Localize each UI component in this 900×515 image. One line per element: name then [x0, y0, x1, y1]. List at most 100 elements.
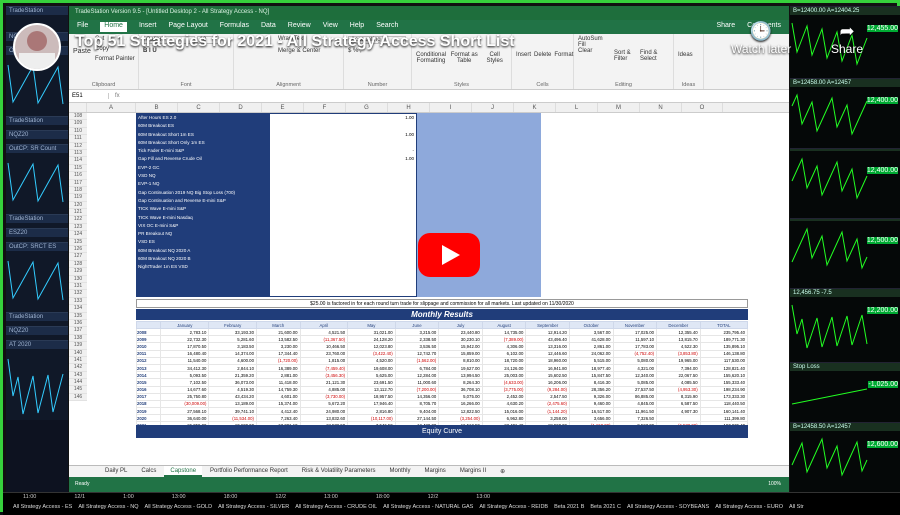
name-box[interactable]: E51: [69, 93, 109, 99]
left-chart-panel[interactable]: TradeStation: [6, 214, 68, 228]
taskbar-window-tab[interactable]: All Strategy Access - CRUDE OIL: [295, 504, 377, 510]
video-title[interactable]: Top 51 Strategies for 2021 - All Strateg…: [75, 33, 515, 51]
taskbar-window-tab[interactable]: All Strategy Access - ES: [13, 504, 72, 510]
row-number[interactable]: 127: [69, 253, 87, 261]
row-number[interactable]: 128: [69, 261, 87, 269]
taskbar-window-tab[interactable]: All Strategy Access - NATURAL GAS: [383, 504, 473, 510]
column-header[interactable]: K: [514, 103, 556, 112]
row-number[interactable]: 125: [69, 239, 87, 247]
sheet-tab[interactable]: Capstone: [164, 466, 203, 477]
taskbar-window-tab[interactable]: All Str: [789, 504, 804, 510]
row-number[interactable]: 133: [69, 298, 87, 306]
row-number[interactable]: 135: [69, 313, 87, 320]
ribbon-tab[interactable]: Insert: [139, 22, 157, 32]
taskbar-window-tab[interactable]: All Strategy Access - REIDB: [479, 504, 548, 510]
share-button[interactable]: ➦ Share: [831, 21, 863, 56]
row-number[interactable]: 121: [69, 209, 87, 217]
corner-cell[interactable]: [69, 103, 87, 112]
row-number[interactable]: 138: [69, 335, 87, 343]
ribbon-tab[interactable]: View: [323, 22, 338, 32]
sheet-tab[interactable]: Margins: [418, 466, 451, 477]
column-header[interactable]: O: [682, 103, 723, 112]
column-header[interactable]: E: [262, 103, 304, 112]
column-header[interactable]: A: [87, 103, 136, 112]
watch-later-button[interactable]: 🕒 Watch later: [731, 21, 791, 56]
column-header[interactable]: B: [136, 103, 178, 112]
row-number[interactable]: 108: [69, 113, 87, 121]
row-number[interactable]: 120: [69, 202, 87, 210]
ribbon-tab[interactable]: Home: [100, 22, 127, 32]
row-number[interactable]: 115: [69, 165, 87, 173]
left-chart-panel[interactable]: OutCP: SRCT ES: [6, 242, 68, 312]
row-number[interactable]: 112: [69, 143, 87, 150]
row-number[interactable]: 123: [69, 224, 87, 232]
column-header[interactable]: L: [556, 103, 598, 112]
row-number[interactable]: 122: [69, 216, 87, 224]
row-number[interactable]: 129: [69, 268, 87, 276]
find-select-button[interactable]: Find & Select: [640, 50, 668, 62]
row-number[interactable]: 110: [69, 128, 87, 136]
row-number[interactable]: 117: [69, 180, 87, 187]
row-number[interactable]: 126: [69, 246, 87, 254]
row-number[interactable]: 116: [69, 172, 87, 180]
row-number[interactable]: 134: [69, 305, 87, 313]
row-number[interactable]: 136: [69, 320, 87, 328]
column-header[interactable]: H: [388, 103, 430, 112]
row-number[interactable]: 130: [69, 276, 87, 283]
left-chart-panel[interactable]: TradeStation: [6, 312, 68, 326]
row-number[interactable]: 109: [69, 120, 87, 128]
sheet-tab[interactable]: Portfolio Performance Report: [204, 466, 294, 477]
row-number[interactable]: 124: [69, 231, 87, 239]
row-number[interactable]: 145: [69, 386, 87, 394]
row-number[interactable]: 140: [69, 350, 87, 357]
column-header[interactable]: N: [640, 103, 682, 112]
sheet-tab[interactable]: Daily PL: [99, 466, 133, 477]
row-number[interactable]: 132: [69, 290, 87, 298]
taskbar-window-tab[interactable]: Beta 2021 C: [590, 504, 621, 510]
ribbon-tab[interactable]: Search: [376, 22, 398, 32]
ribbon-tab[interactable]: Review: [288, 22, 311, 32]
ribbon-tab[interactable]: File: [77, 22, 88, 32]
column-header[interactable]: F: [304, 103, 346, 112]
right-chart-panel[interactable]: 12,456.75 -7.5 12,200.00: [790, 288, 900, 362]
row-number[interactable]: 114: [69, 157, 87, 165]
taskbar-window-tab[interactable]: All Strategy Access - EURO: [715, 504, 783, 510]
left-chart-panel[interactable]: TradeStation: [6, 116, 68, 130]
row-number[interactable]: 144: [69, 379, 87, 387]
row-number[interactable]: 137: [69, 327, 87, 335]
sheet-tab[interactable]: Risk & Volatility Parameters: [296, 466, 382, 477]
taskbar-window-tab[interactable]: All Strategy Access - SOYBEANS: [627, 504, 709, 510]
add-sheet-button[interactable]: ⊕: [494, 466, 511, 477]
row-number[interactable]: 111: [69, 135, 87, 143]
taskbar-window-tab[interactable]: All Strategy Access - GOLD: [145, 504, 213, 510]
sort-filter-button[interactable]: Sort & Filter: [614, 50, 638, 62]
left-chart-panel[interactable]: ESZ20: [6, 228, 68, 242]
right-chart-panel[interactable]: B=12458.50 A=12457 12,600.00: [790, 422, 900, 492]
column-header[interactable]: M: [598, 103, 640, 112]
row-number[interactable]: 131: [69, 283, 87, 291]
row-number[interactable]: 146: [69, 394, 87, 402]
ribbon-tab[interactable]: Data: [261, 22, 276, 32]
column-header[interactable]: C: [178, 103, 220, 112]
row-number[interactable]: 113: [69, 150, 87, 158]
right-chart-panel[interactable]: B=12458.00 A=12457 12,400.00: [790, 78, 900, 148]
ribbon-tab[interactable]: Help: [350, 22, 364, 32]
taskbar-window-tab[interactable]: Beta 2021 B: [554, 504, 584, 510]
row-number[interactable]: 119: [69, 194, 87, 202]
left-chart-panel[interactable]: NQZ20: [6, 130, 68, 144]
row-number[interactable]: 139: [69, 342, 87, 350]
column-header[interactable]: G: [346, 103, 388, 112]
left-chart-panel[interactable]: NQZ20: [6, 326, 68, 340]
format-painter-button[interactable]: Format Painter: [95, 56, 135, 62]
sheet-tab[interactable]: Margins II: [454, 466, 492, 477]
right-chart-panel[interactable]: 12,400.00: [790, 148, 900, 218]
sheet-tab[interactable]: Monthly: [383, 466, 416, 477]
right-chart-panel[interactable]: Stop Loss -1,025.00: [790, 362, 900, 422]
row-number[interactable]: 142: [69, 364, 87, 372]
row-number[interactable]: 141: [69, 357, 87, 365]
ribbon-tab[interactable]: Formulas: [220, 22, 249, 32]
play-button[interactable]: [418, 233, 480, 277]
left-chart-panel[interactable]: AT 2020: [6, 340, 68, 420]
channel-avatar[interactable]: [13, 23, 61, 71]
sheet-tab[interactable]: Calcs: [135, 466, 162, 477]
